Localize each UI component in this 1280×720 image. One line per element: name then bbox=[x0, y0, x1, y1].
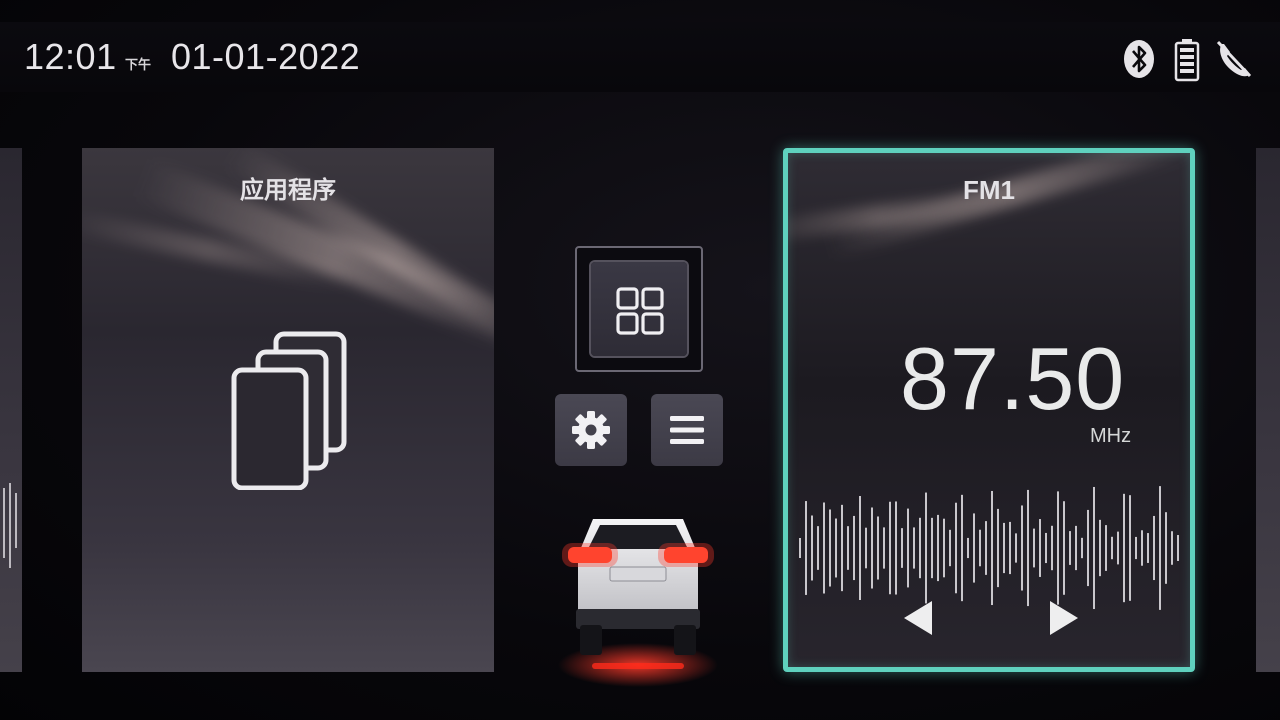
menu-button[interactable] bbox=[651, 394, 723, 466]
gear-icon bbox=[569, 408, 613, 457]
phone-icon[interactable] bbox=[1214, 38, 1254, 87]
date-label: 01-01-2022 bbox=[171, 36, 361, 77]
all-apps-button[interactable] bbox=[575, 246, 703, 372]
radio-card[interactable]: FM1 87.50 MHz bbox=[783, 148, 1195, 672]
radio-frequency: 87.50 bbox=[900, 329, 1126, 428]
apps-card-title: 应用程序 bbox=[240, 177, 336, 204]
bluetooth-icon bbox=[1122, 38, 1156, 85]
car-icon bbox=[548, 505, 728, 695]
next-station-icon[interactable] bbox=[1046, 598, 1082, 643]
apps-card[interactable]: 应用程序 bbox=[82, 148, 494, 672]
apps-stack-icon bbox=[228, 330, 352, 495]
audio-waveform bbox=[796, 483, 1182, 618]
prev-station-icon[interactable] bbox=[900, 598, 936, 643]
battery-icon bbox=[1173, 38, 1201, 87]
settings-button[interactable] bbox=[555, 394, 627, 466]
menu-icon bbox=[669, 414, 705, 451]
next-page-panel[interactable] bbox=[1256, 148, 1280, 672]
previous-page-panel[interactable] bbox=[0, 148, 22, 672]
infotainment-screen: 12:01 下午 01-01-2022 应用程序 FM1 87.50 MHz bbox=[0, 0, 1280, 720]
radio-band-label: FM1 bbox=[963, 175, 1015, 205]
grid-icon bbox=[616, 287, 664, 340]
radio-frequency-unit: MHz bbox=[1090, 425, 1132, 447]
clock-ampm: 下午 bbox=[125, 57, 152, 72]
status-bar: 12:01 下午 01-01-2022 bbox=[0, 22, 1280, 92]
clock-time: 12:01 bbox=[24, 36, 117, 77]
